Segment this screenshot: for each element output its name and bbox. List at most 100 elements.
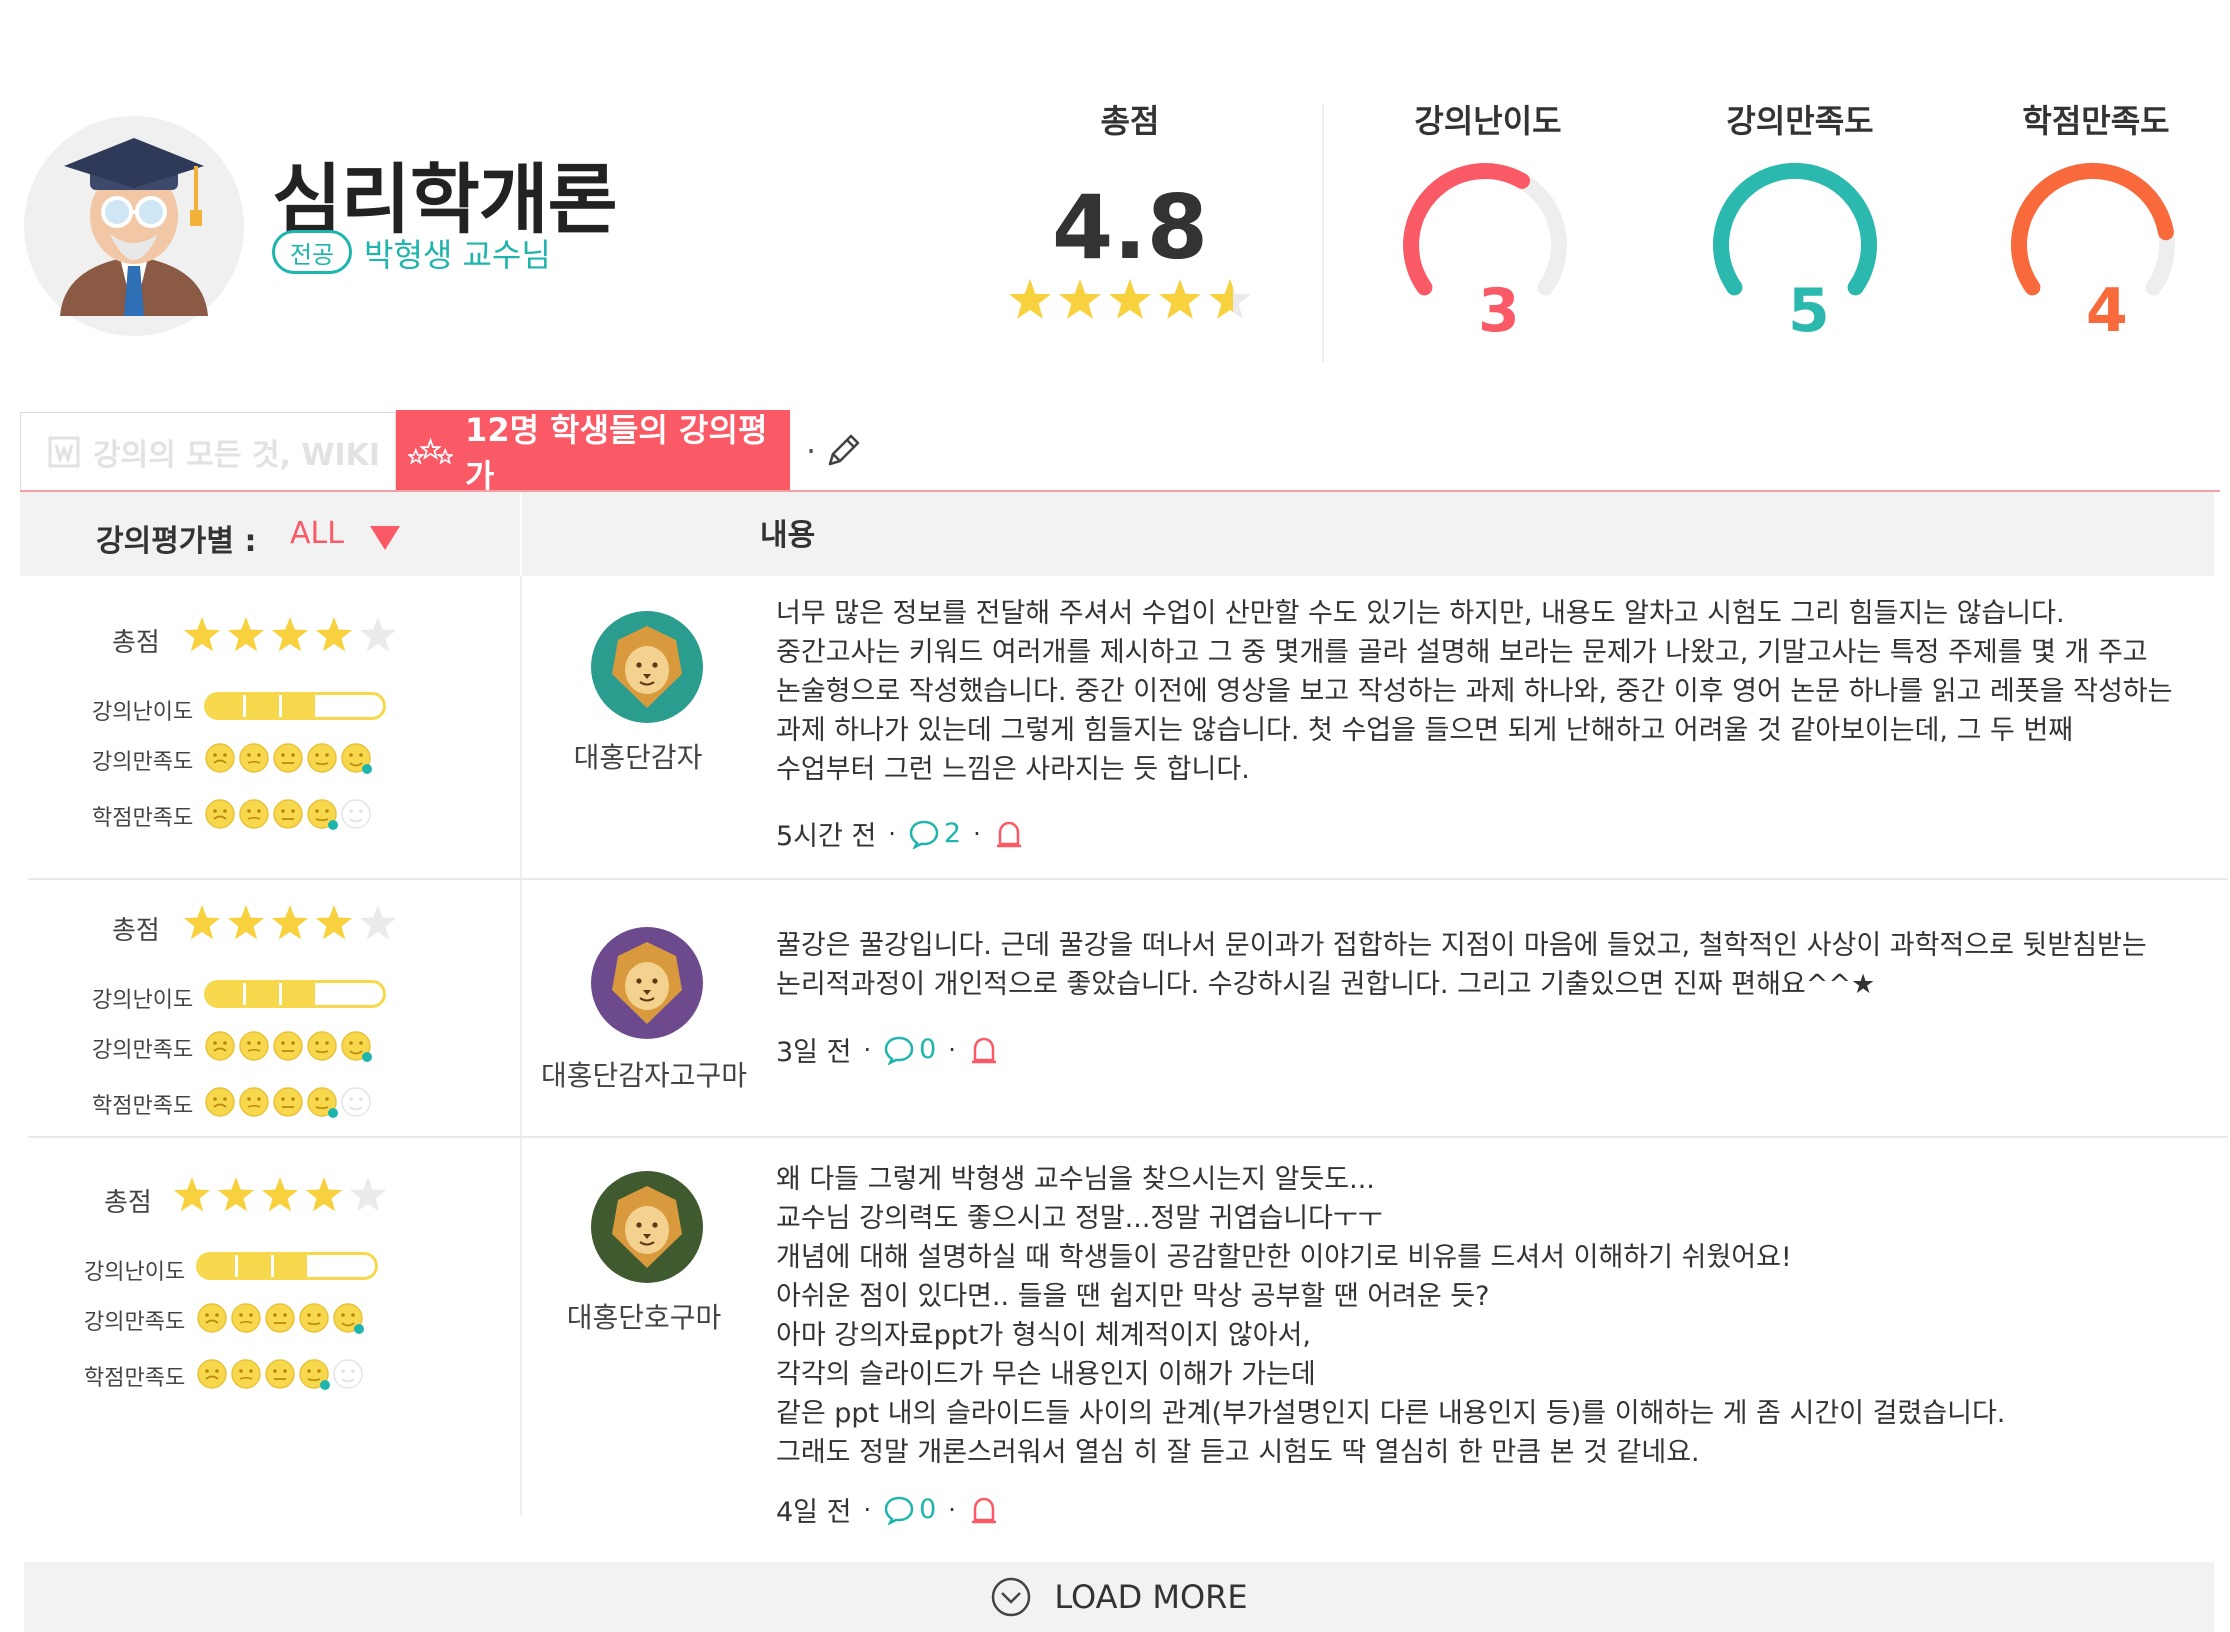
- total-label: 총점: [112, 628, 160, 658]
- emoji-face-icon: [273, 743, 303, 773]
- review-star: [305, 1177, 343, 1212]
- emoji-face-icon: [239, 1031, 269, 1061]
- header-column-divider: [520, 492, 522, 576]
- tab-reviews[interactable]: 12명 학생들의 강의평가: [396, 410, 790, 495]
- emoji-face-icon: [239, 799, 269, 829]
- comment-icon: [909, 820, 939, 849]
- lion-avatar-icon: [591, 927, 703, 1039]
- review-time: 5시간 전: [776, 821, 877, 852]
- comment-button[interactable]: 0: [883, 1494, 936, 1525]
- tab-wiki-label: 강의의 모든 것, WIKI: [93, 437, 380, 473]
- reviewer-nickname[interactable]: 대홍단감자: [528, 736, 748, 776]
- summary-star: [1159, 279, 1201, 319]
- major-badge: 전공: [272, 230, 352, 274]
- content-header: 내용: [760, 518, 816, 553]
- meta-dot: ·: [888, 819, 896, 848]
- grade-label: 학점만족도: [92, 806, 194, 831]
- review-star: [173, 1177, 211, 1212]
- lion-face: [625, 646, 669, 694]
- report-siren-icon[interactable]: [968, 1494, 1000, 1526]
- comment-count: 2: [943, 818, 962, 849]
- emoji-face-icon: [265, 1359, 295, 1389]
- emoji-face-icon: [205, 1087, 235, 1117]
- emoji-face-icon: [299, 1303, 329, 1333]
- gauge-label-satisfaction: 강의만족도: [1726, 102, 1874, 140]
- summary-star-rating: [1009, 279, 1251, 319]
- selected-check-icon: [328, 1108, 338, 1118]
- tab-separator: ·: [806, 432, 817, 470]
- satisfaction-label: 강의만족도: [84, 1310, 186, 1335]
- difficulty-value: 3: [1478, 276, 1520, 346]
- load-more-button[interactable]: LOAD MORE: [24, 1562, 2214, 1632]
- emoji-face-icon: [307, 799, 338, 830]
- emoji-face-icon: [341, 743, 372, 774]
- emoji-face-icon: [197, 1359, 227, 1389]
- meta-dot: ·: [863, 1035, 872, 1064]
- column-divider: [520, 576, 522, 1516]
- professor-icon: [60, 138, 208, 316]
- tab-wiki[interactable]: 강의의 모든 것, WIKI: [20, 412, 396, 490]
- summary-star: [1009, 279, 1051, 319]
- report-siren-icon[interactable]: [993, 818, 1025, 850]
- review-time: 4일 전: [776, 1497, 852, 1528]
- difficulty-label: 강의난이도: [92, 988, 194, 1013]
- gauge-fill: [1713, 162, 1877, 296]
- emoji-face-icon: [231, 1359, 261, 1389]
- satisfaction-faces: [197, 1303, 364, 1334]
- emoji-face-icon: [307, 743, 337, 773]
- summary-star: [1109, 279, 1151, 319]
- reviewer-nickname[interactable]: 대홍단감자고구마: [534, 1054, 754, 1094]
- professor-avatar: [24, 116, 244, 336]
- grade-value: 4: [2086, 276, 2128, 346]
- review-meta: 3일 전 · 0 ·: [776, 1030, 1000, 1069]
- emoji-face-icon: [333, 1303, 364, 1334]
- emoji-face-icon: [231, 1303, 261, 1333]
- review-star: [271, 617, 309, 652]
- review-table-header: 강의평가별 : ALL 내용: [20, 492, 2214, 576]
- grade-label: 학점만족도: [92, 1094, 194, 1119]
- emoji-face-icon: [273, 1031, 303, 1061]
- emoji-face-icon: [307, 1031, 337, 1061]
- summary-star: [1059, 279, 1101, 319]
- comment-icon: [884, 1496, 914, 1525]
- comment-button[interactable]: 0: [883, 1034, 936, 1065]
- emoji-face-icon: [205, 743, 235, 773]
- comment-count: 0: [919, 1494, 937, 1525]
- lion-avatar-icon: [591, 611, 703, 723]
- emoji-face-empty-icon: [341, 799, 371, 829]
- review-text: 너무 많은 정보를 전달해 주셔서 수업이 산만할 수도 있기는 하지만, 내용…: [776, 598, 2173, 785]
- filter-dropdown-arrow-icon[interactable]: [370, 526, 400, 550]
- grade-label: 학점만족도: [84, 1366, 186, 1391]
- difficulty-bar: [196, 1252, 378, 1280]
- review-star-rating: [173, 1177, 387, 1212]
- review-star: [271, 905, 309, 940]
- filter-dropdown[interactable]: ALL: [290, 516, 344, 551]
- lion-face: [625, 1206, 669, 1254]
- emoji-face-icon: [341, 1031, 372, 1062]
- emoji-face-empty-icon: [341, 1087, 371, 1117]
- comment-button[interactable]: 2: [908, 818, 961, 849]
- reviewer-nickname[interactable]: 대홍단호구마: [534, 1296, 754, 1336]
- summary-score: 4.8: [1052, 176, 1208, 279]
- pencil-icon: [828, 434, 860, 466]
- emoji-face-icon: [307, 1087, 338, 1118]
- filter-label: 강의평가별 :: [96, 524, 257, 559]
- emoji-face-icon: [239, 1087, 269, 1117]
- emoji-face-icon: [205, 1031, 235, 1061]
- review-star: [227, 905, 265, 940]
- professor-name[interactable]: 박형생 교수님: [364, 230, 551, 276]
- report-siren-icon[interactable]: [968, 1034, 1000, 1066]
- emoji-face-icon: [197, 1303, 227, 1333]
- emoji-face-icon: [205, 799, 235, 829]
- row-divider: [28, 1136, 2228, 1138]
- satisfaction-faces: [205, 743, 372, 774]
- review-star: [315, 617, 353, 652]
- satisfaction-value: 5: [1788, 276, 1830, 346]
- review-star: [261, 1177, 299, 1212]
- selected-check-icon: [328, 820, 338, 830]
- write-review-button[interactable]: ·: [806, 432, 862, 470]
- comment-count: 0: [919, 1034, 937, 1065]
- review-star: [315, 905, 353, 940]
- review-star-empty: [359, 617, 397, 652]
- chevron-down-circle-icon: [992, 1577, 1031, 1617]
